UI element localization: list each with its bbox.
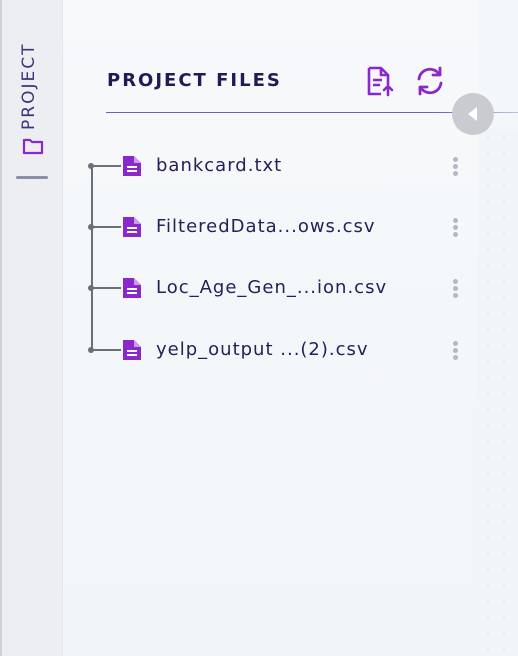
file-item[interactable]: FilteredData...ows.csv: [88, 207, 471, 247]
file-item[interactable]: yelp_output ...(2).csv: [88, 330, 471, 370]
tree-branch: [91, 287, 121, 289]
file-menu-button[interactable]: [447, 274, 463, 302]
rail-edge: [0, 0, 2, 656]
file-icon: [123, 340, 141, 360]
side-rail: PROJECT: [0, 0, 63, 656]
file-name: Loc_Age_Gen_...ion.csv: [156, 277, 388, 298]
project-tab[interactable]: PROJECT: [14, 18, 54, 188]
file-item[interactable]: bankcard.txt: [88, 146, 471, 186]
collapse-panel-button[interactable]: [452, 93, 494, 135]
refresh-icon: [417, 66, 443, 96]
file-name: yelp_output ...(2).csv: [156, 339, 369, 360]
refresh-button[interactable]: [414, 64, 446, 98]
file-upload-icon: [367, 66, 394, 97]
project-tab-label: PROJECT: [19, 42, 39, 130]
active-tab-indicator: [16, 176, 48, 179]
panel-title: PROJECT FILES: [107, 70, 282, 91]
tree-branch: [91, 226, 121, 228]
file-icon: [123, 278, 141, 298]
project-files-panel: [63, 0, 478, 656]
folder-icon: [22, 138, 44, 155]
file-menu-button[interactable]: [447, 213, 463, 241]
file-item[interactable]: Loc_Age_Gen_...ion.csv: [88, 268, 471, 308]
tree-branch: [91, 349, 121, 351]
file-icon: [123, 217, 141, 237]
tree-branch: [91, 165, 121, 167]
file-name: FilteredData...ows.csv: [156, 216, 376, 237]
upload-file-button[interactable]: [363, 64, 395, 98]
file-name: bankcard.txt: [156, 155, 283, 176]
file-menu-button[interactable]: [447, 336, 463, 364]
file-menu-button[interactable]: [447, 152, 463, 180]
file-icon: [123, 156, 141, 176]
chevron-left-icon: [468, 107, 477, 121]
tree-connector: [91, 164, 93, 350]
